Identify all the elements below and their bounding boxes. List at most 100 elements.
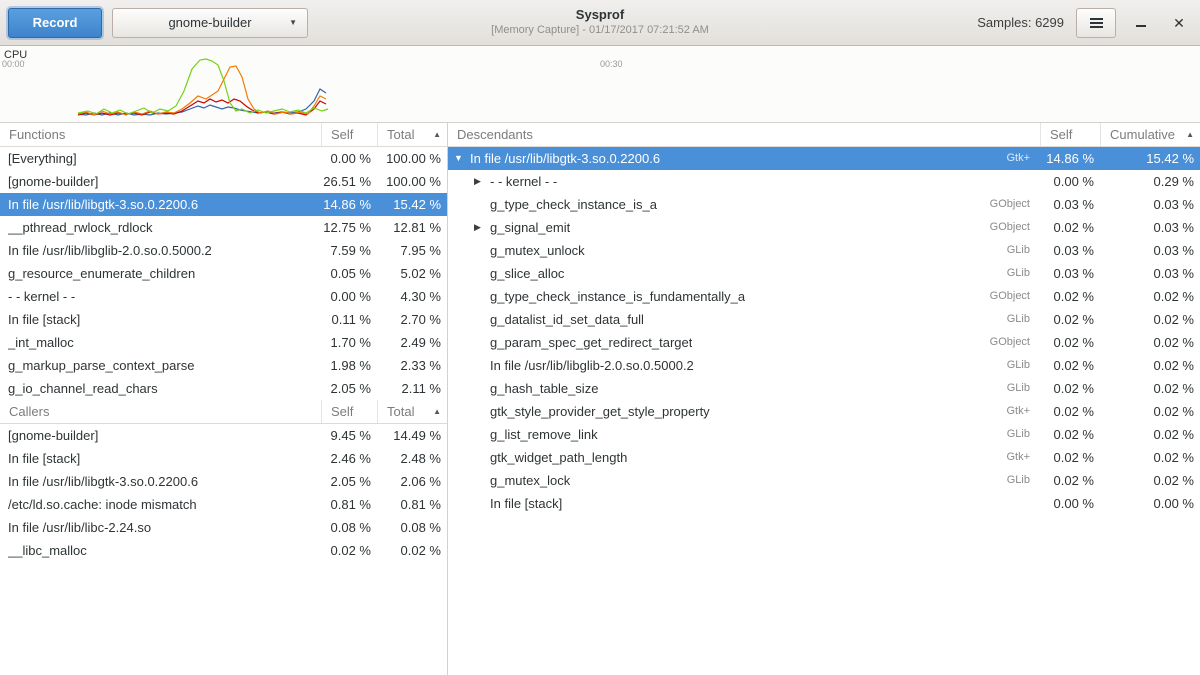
callers-self-column-header[interactable]: Self: [321, 400, 377, 423]
table-row[interactable]: In file /usr/lib/libgtk-3.so.0.2200.614.…: [0, 193, 447, 216]
table-row[interactable]: g_markup_parse_context_parse1.98 %2.33 %: [0, 354, 447, 377]
row-self-value: 0.02 %: [1040, 446, 1100, 469]
row-total-value: 100.00 %: [377, 170, 447, 193]
callers-total-column-header[interactable]: Total ▲: [377, 400, 447, 423]
window-title-block: Sysprof [Memory Capture] - 01/17/2017 07…: [491, 7, 709, 36]
table-row[interactable]: In file [stack]0.11 %2.70 %: [0, 308, 447, 331]
row-total-value: 0.02 %: [1100, 469, 1200, 492]
sysprof-window: Record gnome-builder ▼ Sysprof [Memory C…: [0, 0, 1200, 675]
table-row[interactable]: [gnome-builder]9.45 %14.49 %: [0, 424, 447, 447]
record-button[interactable]: Record: [8, 8, 102, 38]
callers-column-header[interactable]: Callers: [0, 400, 321, 423]
row-name-cell: In file [stack]: [0, 308, 321, 331]
row-self-value: 0.03 %: [1040, 239, 1100, 262]
close-button[interactable]: ✕: [1166, 10, 1192, 36]
table-row[interactable]: g_io_channel_read_chars2.05 %2.11 %: [0, 377, 447, 400]
row-self-value: 0.81 %: [321, 493, 377, 516]
table-row[interactable]: __libc_malloc0.02 %0.02 %: [0, 539, 447, 562]
row-self-value: 0.02 %: [1040, 285, 1100, 308]
table-row[interactable]: g_type_check_instance_is_fundamentally_a…: [448, 285, 1200, 308]
table-row[interactable]: gtk_style_provider_get_style_propertyGtk…: [448, 400, 1200, 423]
cpu-graph[interactable]: CPU 00:00 00:30: [0, 46, 1200, 123]
table-row[interactable]: g_slice_allocGLib0.03 %0.03 %: [448, 262, 1200, 285]
row-label: g_datalist_id_set_data_full: [490, 308, 644, 331]
row-total-value: 0.03 %: [1100, 239, 1200, 262]
table-row[interactable]: gtk_widget_path_lengthGtk+0.02 %0.02 %: [448, 446, 1200, 469]
descendants-column-header[interactable]: Descendants: [448, 123, 1040, 146]
left-pane: Functions Self Total ▲ [Everything]0.00 …: [0, 123, 448, 675]
row-label: g_type_check_instance_is_fundamentally_a: [490, 285, 745, 308]
table-row[interactable]: g_type_check_instance_is_aGObject0.03 %0…: [448, 193, 1200, 216]
row-total-value: 2.11 %: [377, 377, 447, 400]
table-row[interactable]: g_resource_enumerate_children0.05 %5.02 …: [0, 262, 447, 285]
table-row[interactable]: _int_malloc1.70 %2.49 %: [0, 331, 447, 354]
descendants-self-column-header[interactable]: Self: [1040, 123, 1100, 146]
row-self-value: 1.70 %: [321, 331, 377, 354]
descendants-cumulative-column-header[interactable]: Cumulative ▲: [1100, 123, 1200, 146]
row-label: /etc/ld.so.cache: inode mismatch: [8, 493, 197, 516]
minimize-button[interactable]: [1128, 10, 1154, 36]
expander-open-icon[interactable]: ▼: [454, 147, 470, 170]
row-self-value: 0.02 %: [1040, 308, 1100, 331]
row-name-cell: g_mutex_unlockGLib: [448, 239, 1040, 262]
row-name-cell: g_param_spec_get_redirect_targetGObject: [448, 331, 1040, 354]
table-row[interactable]: [Everything]0.00 %100.00 %: [0, 147, 447, 170]
expander-closed-icon[interactable]: ▶: [474, 216, 490, 239]
row-total-value: 0.81 %: [377, 493, 447, 516]
table-row[interactable]: In file [stack]2.46 %2.48 %: [0, 447, 447, 470]
table-row[interactable]: g_hash_table_sizeGLib0.02 %0.02 %: [448, 377, 1200, 400]
table-row[interactable]: - - kernel - -0.00 %4.30 %: [0, 285, 447, 308]
table-row[interactable]: g_param_spec_get_redirect_targetGObject0…: [448, 331, 1200, 354]
library-tag: GLib: [999, 377, 1040, 400]
expander-closed-icon[interactable]: ▶: [474, 170, 490, 193]
table-row[interactable]: /etc/ld.so.cache: inode mismatch 0.81 %0.…: [0, 493, 447, 516]
functions-column-header[interactable]: Functions: [0, 123, 321, 146]
row-self-value: 14.86 %: [1040, 147, 1100, 170]
table-row[interactable]: g_datalist_id_set_data_fullGLib0.02 %0.0…: [448, 308, 1200, 331]
table-row[interactable]: In file /usr/lib/libglib-2.0.so.0.5000.2…: [448, 354, 1200, 377]
functions-self-column-header[interactable]: Self: [321, 123, 377, 146]
row-name-cell: g_list_remove_linkGLib: [448, 423, 1040, 446]
table-row[interactable]: ▼In file /usr/lib/libgtk-3.so.0.2200.6Gt…: [448, 147, 1200, 170]
row-self-value: 2.46 %: [321, 447, 377, 470]
row-name-cell: gtk_style_provider_get_style_propertyGtk…: [448, 400, 1040, 423]
table-row[interactable]: In file [stack]0.00 %0.00 %: [448, 492, 1200, 515]
row-self-value: 0.02 %: [1040, 400, 1100, 423]
library-tag: GLib: [999, 423, 1040, 446]
row-total-value: 15.42 %: [1100, 147, 1200, 170]
table-row[interactable]: ▶g_signal_emitGObject0.02 %0.03 %: [448, 216, 1200, 239]
row-name-cell: _int_malloc: [0, 331, 321, 354]
header-right-controls: Samples: 6299 ✕: [977, 8, 1192, 38]
window-title: Sysprof: [491, 7, 709, 22]
row-self-value: 0.03 %: [1040, 193, 1100, 216]
row-label: In file /usr/lib/libgtk-3.so.0.2200.6: [470, 147, 660, 170]
target-dropdown[interactable]: gnome-builder ▼: [112, 8, 308, 38]
row-label: In file /usr/lib/libc-2.24.so: [8, 516, 151, 539]
row-name-cell: - - kernel - -: [0, 285, 321, 308]
row-name-cell: In file /usr/lib/libglib-2.0.so.0.5000.2: [0, 239, 321, 262]
table-row[interactable]: g_mutex_unlockGLib0.03 %0.03 %: [448, 239, 1200, 262]
row-name-cell: In file /usr/lib/libgtk-3.so.0.2200.6: [0, 470, 321, 493]
row-name-cell: g_mutex_lockGLib: [448, 469, 1040, 492]
table-row[interactable]: g_mutex_lockGLib0.02 %0.02 %: [448, 469, 1200, 492]
functions-total-column-header[interactable]: Total ▲: [377, 123, 447, 146]
menu-button[interactable]: [1076, 8, 1116, 38]
row-label: g_type_check_instance_is_a: [490, 193, 657, 216]
row-label: gtk_widget_path_length: [490, 446, 627, 469]
cpu-line: [78, 59, 328, 114]
row-name-cell: In file /usr/lib/libglib-2.0.so.0.5000.2…: [448, 354, 1040, 377]
table-row[interactable]: In file /usr/lib/libglib-2.0.so.0.5000.2…: [0, 239, 447, 262]
table-row[interactable]: g_list_remove_linkGLib0.02 %0.02 %: [448, 423, 1200, 446]
table-row[interactable]: [gnome-builder]26.51 %100.00 %: [0, 170, 447, 193]
row-self-value: 2.05 %: [321, 377, 377, 400]
functions-total-label: Total: [387, 123, 414, 146]
table-row[interactable]: In file /usr/lib/libgtk-3.so.0.2200.62.0…: [0, 470, 447, 493]
row-label: __libc_malloc: [8, 539, 87, 562]
table-row[interactable]: ▶- - kernel - -0.00 %0.29 %: [448, 170, 1200, 193]
minimize-icon: [1136, 25, 1146, 27]
table-row[interactable]: __pthread_rwlock_rdlock12.75 %12.81 %: [0, 216, 447, 239]
row-total-value: 0.03 %: [1100, 262, 1200, 285]
row-total-value: 0.02 %: [1100, 377, 1200, 400]
table-row[interactable]: In file /usr/lib/libc-2.24.so0.08 %0.08 …: [0, 516, 447, 539]
hamburger-icon: [1090, 16, 1103, 30]
